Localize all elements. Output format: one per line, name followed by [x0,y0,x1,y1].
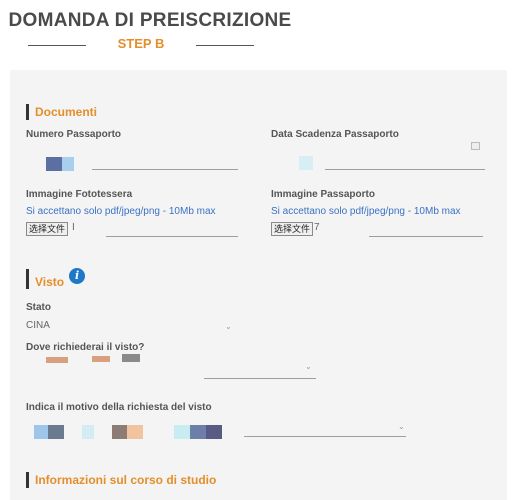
redacted-block [174,425,190,439]
stato-select[interactable]: CINA ⌄ [26,320,234,334]
redacted-block [46,157,62,171]
passport-image-file-input[interactable]: 选择文件 7 [271,222,485,238]
section-marker [26,269,29,289]
info-icon[interactable]: i [69,268,86,284]
stato-label: Stato [26,302,51,313]
photo-label: Immagine Fototessera [26,189,133,200]
calendar-icon[interactable] [471,142,480,150]
redacted-block [127,425,143,439]
redacted-block [299,156,313,170]
page-title: DOMANDA DI PREISCRIZIONE [8,10,292,31]
section-marker [26,104,29,120]
passport-expiry-label: Data Scadenza Passaporto [271,129,399,140]
passport-file-name: 7 [314,222,320,233]
redacted-block [62,157,74,171]
redacted-block [48,425,64,439]
redacted-block [112,425,127,439]
visa-reason-select[interactable]: ⌄ [26,420,408,442]
field-underline [92,169,238,170]
step-indicator: STEP B [28,36,254,54]
field-underline [106,236,238,237]
redacted-block [82,425,94,439]
visa-location-select[interactable]: ⌄ [26,354,320,382]
field-underline [244,436,406,437]
passport-image-format-hint: Si accettano solo pdf/jpeg/png - 10Mb ma… [271,206,461,217]
section-corso-title: Informazioni sul corso di studio [35,473,217,487]
photo-file-name: I [72,222,75,233]
section-documenti-title: Documenti [35,105,98,119]
photo-choose-file-button[interactable]: 选择文件 [26,222,69,236]
step-label: STEP B [117,36,165,51]
photo-file-input[interactable]: 选择文件 I [26,222,238,238]
section-corso-header: Informazioni sul corso di studio [26,472,216,488]
passport-number-label: Numero Passaporto [26,129,122,140]
step-divider-right [196,45,254,46]
redacted-block [46,357,68,363]
section-documenti-header: Documenti [26,104,97,120]
chevron-down-icon: ⌄ [305,362,312,371]
passport-expiry-field[interactable] [271,142,485,172]
visa-reason-label: Indica il motivo della richiesta del vis… [26,402,212,413]
visa-location-label: Dove richiederai il visto? [26,342,145,353]
field-underline [204,378,316,379]
redacted-block [34,425,48,439]
redacted-block [122,354,140,362]
passport-choose-file-button[interactable]: 选择文件 [271,222,314,236]
section-visto-header: Visto i [26,268,86,289]
field-underline [325,169,485,170]
passport-image-label: Immagine Passaporto [271,189,375,200]
chevron-down-icon: ⌄ [398,422,405,431]
stato-selected-value: CINA [26,320,50,331]
redacted-block [206,425,222,439]
redacted-block [92,356,110,362]
section-visto-title: Visto [35,275,65,289]
section-marker [26,472,29,488]
photo-format-hint: Si accettano solo pdf/jpeg/png - 10Mb ma… [26,206,216,217]
field-underline [369,236,483,237]
redacted-block [190,425,206,439]
form-panel: Documenti Numero Passaporto Data Scadenz… [10,70,507,500]
chevron-down-icon: ⌄ [225,322,232,331]
passport-number-field[interactable] [26,156,238,172]
